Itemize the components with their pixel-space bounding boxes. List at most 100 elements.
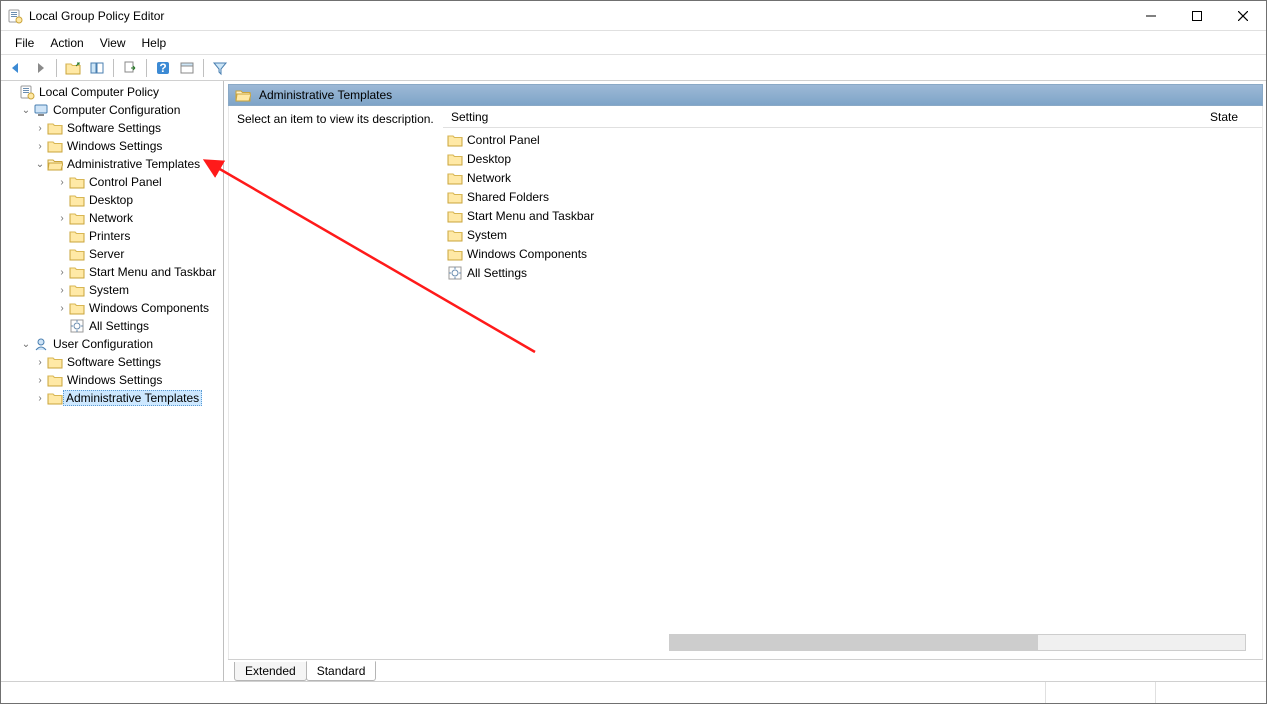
tree-label: Windows Components — [88, 301, 210, 315]
folder-open-icon — [235, 87, 251, 103]
view-tabs: Extended Standard — [228, 659, 1263, 681]
tree-user-windows[interactable]: › Windows Settings — [1, 371, 223, 389]
folder-icon — [447, 246, 463, 262]
column-setting[interactable]: Setting — [443, 110, 1202, 124]
description-column: Select an item to view its description. — [229, 106, 443, 659]
item-label: Start Menu and Taskbar — [467, 209, 594, 223]
show-hide-tree-button[interactable] — [86, 57, 108, 79]
up-button[interactable] — [62, 57, 84, 79]
horizontal-scrollbar[interactable] — [669, 634, 1246, 651]
tree-user-admin[interactable]: › Administrative Templates — [1, 389, 223, 407]
tree-root[interactable]: Local Computer Policy — [1, 83, 223, 101]
tab-standard[interactable]: Standard — [306, 661, 377, 681]
tree-startmenu[interactable]: ›Start Menu and Taskbar — [1, 263, 223, 281]
tree-computer-windows[interactable]: › Windows Settings — [1, 137, 223, 155]
chevron-right-icon[interactable]: › — [33, 355, 47, 369]
folder-icon — [69, 282, 85, 298]
tree-label: Server — [88, 247, 125, 261]
list-item-controlpanel[interactable]: Control Panel — [443, 130, 1262, 149]
chevron-right-icon[interactable]: › — [55, 211, 69, 225]
folder-icon — [69, 246, 85, 262]
tree-label: Computer Configuration — [52, 103, 181, 117]
close-button[interactable] — [1220, 1, 1266, 30]
list-item-allsettings[interactable]: All Settings — [443, 263, 1262, 282]
tree-pane[interactable]: Local Computer Policy ⌄ Computer Configu… — [1, 81, 224, 681]
chevron-down-icon[interactable]: ⌄ — [33, 157, 47, 171]
scrollbar-thumb[interactable] — [670, 635, 1038, 650]
tree-network[interactable]: ›Network — [1, 209, 223, 227]
item-label: Control Panel — [467, 133, 540, 147]
list-item-startmenu[interactable]: Start Menu and Taskbar — [443, 206, 1262, 225]
toolbar-separator — [113, 59, 114, 77]
chevron-right-icon[interactable]: › — [33, 391, 47, 405]
column-state[interactable]: State — [1202, 110, 1262, 124]
description-text: Select an item to view its description. — [237, 112, 434, 126]
folder-icon — [47, 390, 63, 406]
chevron-right-icon[interactable]: › — [33, 121, 47, 135]
tree-label: Windows Settings — [66, 373, 163, 387]
tree-allsettings[interactable]: All Settings — [1, 317, 223, 335]
computer-icon — [33, 102, 49, 118]
tree-system[interactable]: ›System — [1, 281, 223, 299]
app-icon — [7, 8, 23, 24]
tree-server[interactable]: Server — [1, 245, 223, 263]
tree-computer-software[interactable]: › Software Settings — [1, 119, 223, 137]
chevron-right-icon[interactable]: › — [33, 139, 47, 153]
settings-icon — [69, 318, 85, 334]
export-button[interactable] — [119, 57, 141, 79]
folder-icon — [447, 189, 463, 205]
tab-extended[interactable]: Extended — [234, 662, 307, 681]
chevron-down-icon[interactable]: ⌄ — [19, 337, 33, 351]
tree-label: Local Computer Policy — [38, 85, 160, 99]
help-button[interactable]: ? — [152, 57, 174, 79]
user-icon — [33, 336, 49, 352]
minimize-button[interactable] — [1128, 1, 1174, 30]
menu-action[interactable]: Action — [42, 33, 91, 53]
list-item-shared[interactable]: Shared Folders — [443, 187, 1262, 206]
chevron-down-icon[interactable]: ⌄ — [19, 103, 33, 117]
content-header-title: Administrative Templates — [259, 88, 392, 102]
folder-icon — [69, 210, 85, 226]
chevron-right-icon[interactable]: › — [33, 373, 47, 387]
list-item-desktop[interactable]: Desktop — [443, 149, 1262, 168]
list-item-network[interactable]: Network — [443, 168, 1262, 187]
folder-open-icon — [47, 156, 63, 172]
tree-desktop[interactable]: Desktop — [1, 191, 223, 209]
tree-user-software[interactable]: ›Software Settings — [1, 353, 223, 371]
forward-button[interactable] — [29, 57, 51, 79]
settings-icon — [447, 265, 463, 281]
menu-file[interactable]: File — [7, 33, 42, 53]
twisty-none — [55, 247, 69, 261]
tree-user-config[interactable]: ⌄ User Configuration — [1, 335, 223, 353]
folder-icon — [69, 174, 85, 190]
tree-computer-config[interactable]: ⌄ Computer Configuration — [1, 101, 223, 119]
menu-help[interactable]: Help — [134, 33, 175, 53]
list-item-system[interactable]: System — [443, 225, 1262, 244]
menu-view[interactable]: View — [92, 33, 134, 53]
tree-label: Desktop — [88, 193, 134, 207]
toolbar-separator — [146, 59, 147, 77]
tree-controlpanel[interactable]: ›Control Panel — [1, 173, 223, 191]
chevron-right-icon[interactable]: › — [55, 301, 69, 315]
chevron-right-icon[interactable]: › — [55, 283, 69, 297]
tree-printers[interactable]: Printers — [1, 227, 223, 245]
chevron-right-icon[interactable]: › — [55, 265, 69, 279]
tree-label: All Settings — [88, 319, 150, 333]
chevron-right-icon[interactable]: › — [55, 175, 69, 189]
twisty-none — [55, 319, 69, 333]
filter-button[interactable] — [209, 57, 231, 79]
content-header: Administrative Templates — [228, 84, 1263, 106]
status-cell — [1046, 682, 1156, 703]
back-button[interactable] — [5, 57, 27, 79]
maximize-button[interactable] — [1174, 1, 1220, 30]
tree-computer-admin[interactable]: ⌄ Administrative Templates — [1, 155, 223, 173]
window-title: Local Group Policy Editor — [29, 9, 1128, 23]
tree-wincomp[interactable]: › Windows Components — [1, 299, 223, 317]
list-item-wincomp[interactable]: Windows Components — [443, 244, 1262, 263]
list-header: Setting State — [443, 106, 1262, 128]
properties-button[interactable] — [176, 57, 198, 79]
item-label: Windows Components — [467, 247, 587, 261]
tree-label: Administrative Templates — [63, 390, 202, 406]
folder-icon — [69, 264, 85, 280]
twisty-none — [55, 193, 69, 207]
